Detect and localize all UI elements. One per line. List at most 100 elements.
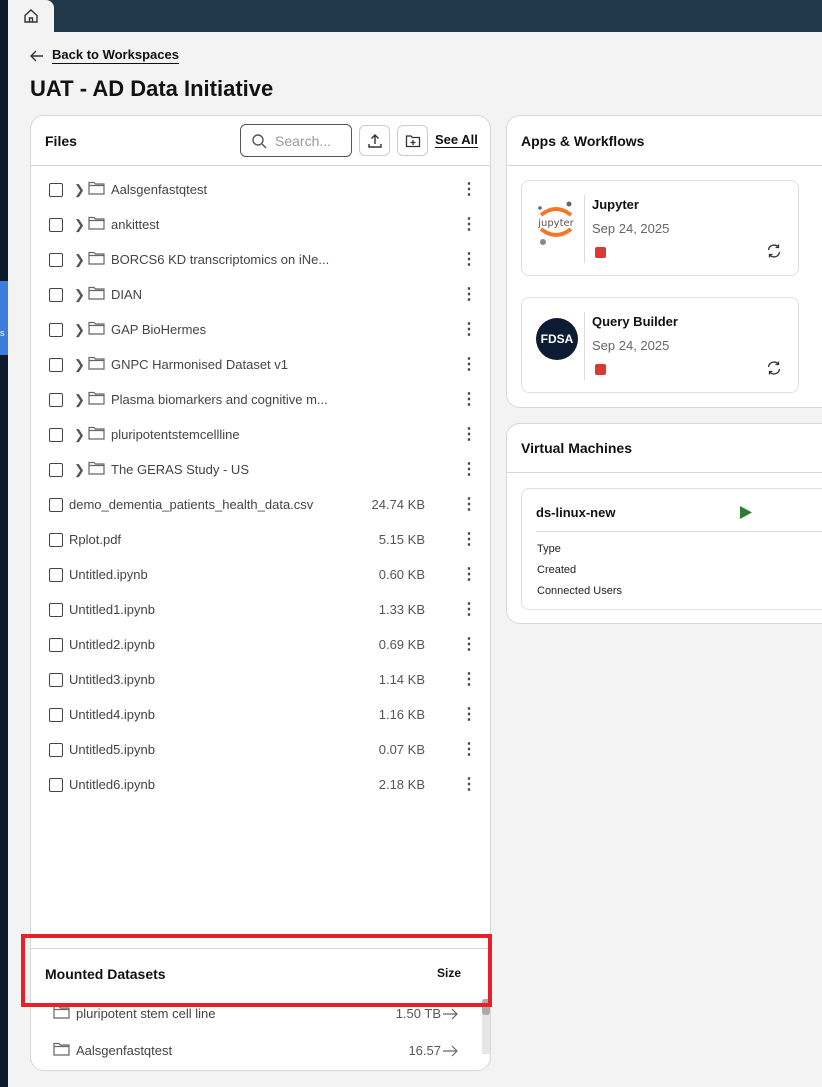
- more-options-icon[interactable]: ⋮: [461, 426, 477, 443]
- folder-name[interactable]: ankittest: [111, 217, 159, 232]
- see-all-link[interactable]: See All: [435, 132, 478, 148]
- row-checkbox[interactable]: [49, 357, 63, 372]
- more-options-icon[interactable]: ⋮: [461, 636, 477, 653]
- vm-card[interactable]: ds-linux-new Type Created Connected User…: [521, 488, 822, 610]
- more-options-icon[interactable]: ⋮: [461, 356, 477, 373]
- arrow-right-icon[interactable]: [443, 1008, 458, 1020]
- more-options-icon[interactable]: ⋮: [461, 671, 477, 688]
- row-checkbox[interactable]: [49, 637, 63, 652]
- back-link[interactable]: Back to Workspaces: [30, 47, 179, 64]
- file-name[interactable]: Untitled2.ipynb: [69, 637, 155, 652]
- chevron-right-icon[interactable]: ❯: [74, 182, 85, 198]
- folder-row[interactable]: ❯ Plasma biomarkers and cognitive m... ⋮: [31, 382, 490, 417]
- file-name[interactable]: Untitled3.ipynb: [69, 672, 155, 687]
- row-checkbox[interactable]: [49, 182, 63, 197]
- more-options-icon[interactable]: ⋮: [461, 741, 477, 758]
- folder-row[interactable]: ❯ The GERAS Study - US ⋮: [31, 452, 490, 487]
- more-options-icon[interactable]: ⋮: [461, 496, 477, 513]
- more-options-icon[interactable]: ⋮: [461, 216, 477, 233]
- folder-name[interactable]: GNPC Harmonised Dataset v1: [111, 357, 288, 372]
- folder-row[interactable]: ❯ BORCS6 KD transcriptomics on iNe... ⋮: [31, 242, 490, 277]
- mounted-dataset-row[interactable]: Aalsgenfastqtest 16.57: [31, 1033, 490, 1068]
- file-row[interactable]: Untitled6.ipynb 2.18 KB ⋮: [31, 767, 490, 802]
- chevron-right-icon[interactable]: ❯: [74, 392, 85, 408]
- folder-name[interactable]: Aalsgenfastqtest: [111, 182, 207, 197]
- more-options-icon[interactable]: ⋮: [461, 566, 477, 583]
- arrow-right-icon[interactable]: [443, 1045, 458, 1057]
- row-checkbox[interactable]: [49, 392, 63, 407]
- row-checkbox[interactable]: [49, 252, 63, 267]
- folder-row[interactable]: ❯ ankittest ⋮: [31, 207, 490, 242]
- play-icon[interactable]: [740, 506, 752, 519]
- file-name[interactable]: Untitled5.ipynb: [69, 742, 155, 757]
- more-options-icon[interactable]: ⋮: [461, 181, 477, 198]
- row-checkbox[interactable]: [49, 322, 63, 337]
- folder-name[interactable]: BORCS6 KD transcriptomics on iNe...: [111, 252, 329, 267]
- dataset-name[interactable]: pluripotent stem cell line: [76, 1006, 215, 1021]
- refresh-icon[interactable]: [766, 360, 782, 376]
- file-row[interactable]: Untitled5.ipynb 0.07 KB ⋮: [31, 732, 490, 767]
- chevron-right-icon[interactable]: ❯: [74, 322, 85, 338]
- file-row[interactable]: Untitled3.ipynb 1.14 KB ⋮: [31, 662, 490, 697]
- folder-name[interactable]: DIAN: [111, 287, 142, 302]
- folder-name[interactable]: The GERAS Study - US: [111, 462, 249, 477]
- file-name[interactable]: demo_dementia_patients_health_data.csv: [69, 497, 313, 512]
- row-checkbox[interactable]: [49, 532, 63, 547]
- more-options-icon[interactable]: ⋮: [461, 321, 477, 338]
- file-row[interactable]: Untitled2.ipynb 0.69 KB ⋮: [31, 627, 490, 662]
- more-options-icon[interactable]: ⋮: [461, 776, 477, 793]
- folder-name[interactable]: GAP BioHermes: [111, 322, 206, 337]
- folder-row[interactable]: ❯ Aalsgenfastqtest ⋮: [31, 172, 490, 207]
- chevron-right-icon[interactable]: ❯: [74, 252, 85, 268]
- more-options-icon[interactable]: ⋮: [461, 531, 477, 548]
- file-row[interactable]: demo_dementia_patients_health_data.csv 24…: [31, 487, 490, 522]
- chevron-right-icon[interactable]: ❯: [74, 217, 85, 233]
- more-options-icon[interactable]: ⋮: [461, 391, 477, 408]
- file-name[interactable]: Untitled1.ipynb: [69, 602, 155, 617]
- scrollbar[interactable]: [482, 999, 490, 1054]
- row-checkbox[interactable]: [49, 602, 63, 617]
- folder-row[interactable]: ❯ DIAN ⋮: [31, 277, 490, 312]
- sidebar-tab[interactable]: s: [0, 281, 8, 355]
- file-name[interactable]: Untitled.ipynb: [69, 567, 148, 582]
- more-options-icon[interactable]: ⋮: [461, 286, 477, 303]
- row-checkbox[interactable]: [49, 672, 63, 687]
- row-checkbox[interactable]: [49, 707, 63, 722]
- file-name[interactable]: Rplot.pdf: [69, 532, 121, 547]
- chevron-right-icon[interactable]: ❯: [74, 462, 85, 478]
- file-row[interactable]: Untitled1.ipynb 1.33 KB ⋮: [31, 592, 490, 627]
- more-options-icon[interactable]: ⋮: [461, 601, 477, 618]
- dataset-name[interactable]: Aalsgenfastqtest: [76, 1043, 172, 1058]
- more-options-icon[interactable]: ⋮: [461, 706, 477, 723]
- upload-button[interactable]: [359, 125, 390, 156]
- row-checkbox[interactable]: [49, 497, 63, 512]
- new-folder-button[interactable]: [397, 125, 428, 156]
- row-checkbox[interactable]: [49, 462, 63, 477]
- chevron-right-icon[interactable]: ❯: [74, 427, 85, 443]
- app-card[interactable]: jupyter Jupyter Sep 24, 2025: [521, 180, 799, 276]
- refresh-icon[interactable]: [766, 243, 782, 259]
- search-input[interactable]: Search...: [240, 124, 352, 157]
- row-checkbox[interactable]: [49, 217, 63, 232]
- folder-row[interactable]: ❯ GNPC Harmonised Dataset v1 ⋮: [31, 347, 490, 382]
- app-card[interactable]: FDSA Query Builder Sep 24, 2025: [521, 297, 799, 393]
- home-tab[interactable]: [8, 0, 54, 32]
- file-name[interactable]: Untitled6.ipynb: [69, 777, 155, 792]
- folder-row[interactable]: ❯ pluripotentstemcellline ⋮: [31, 417, 490, 452]
- back-to-workspaces[interactable]: Back to Workspaces: [52, 47, 179, 64]
- file-row[interactable]: Untitled4.ipynb 1.16 KB ⋮: [31, 697, 490, 732]
- more-options-icon[interactable]: ⋮: [461, 461, 477, 478]
- file-row[interactable]: Untitled.ipynb 0.60 KB ⋮: [31, 557, 490, 592]
- row-checkbox[interactable]: [49, 742, 63, 757]
- folder-row[interactable]: ❯ GAP BioHermes ⋮: [31, 312, 490, 347]
- file-name[interactable]: Untitled4.ipynb: [69, 707, 155, 722]
- more-options-icon[interactable]: ⋮: [461, 251, 477, 268]
- chevron-right-icon[interactable]: ❯: [74, 357, 85, 373]
- chevron-right-icon[interactable]: ❯: [74, 287, 85, 303]
- row-checkbox[interactable]: [49, 567, 63, 582]
- row-checkbox[interactable]: [49, 287, 63, 302]
- row-checkbox[interactable]: [49, 427, 63, 442]
- folder-name[interactable]: pluripotentstemcellline: [111, 427, 240, 442]
- row-checkbox[interactable]: [49, 777, 63, 792]
- folder-name[interactable]: Plasma biomarkers and cognitive m...: [111, 392, 328, 407]
